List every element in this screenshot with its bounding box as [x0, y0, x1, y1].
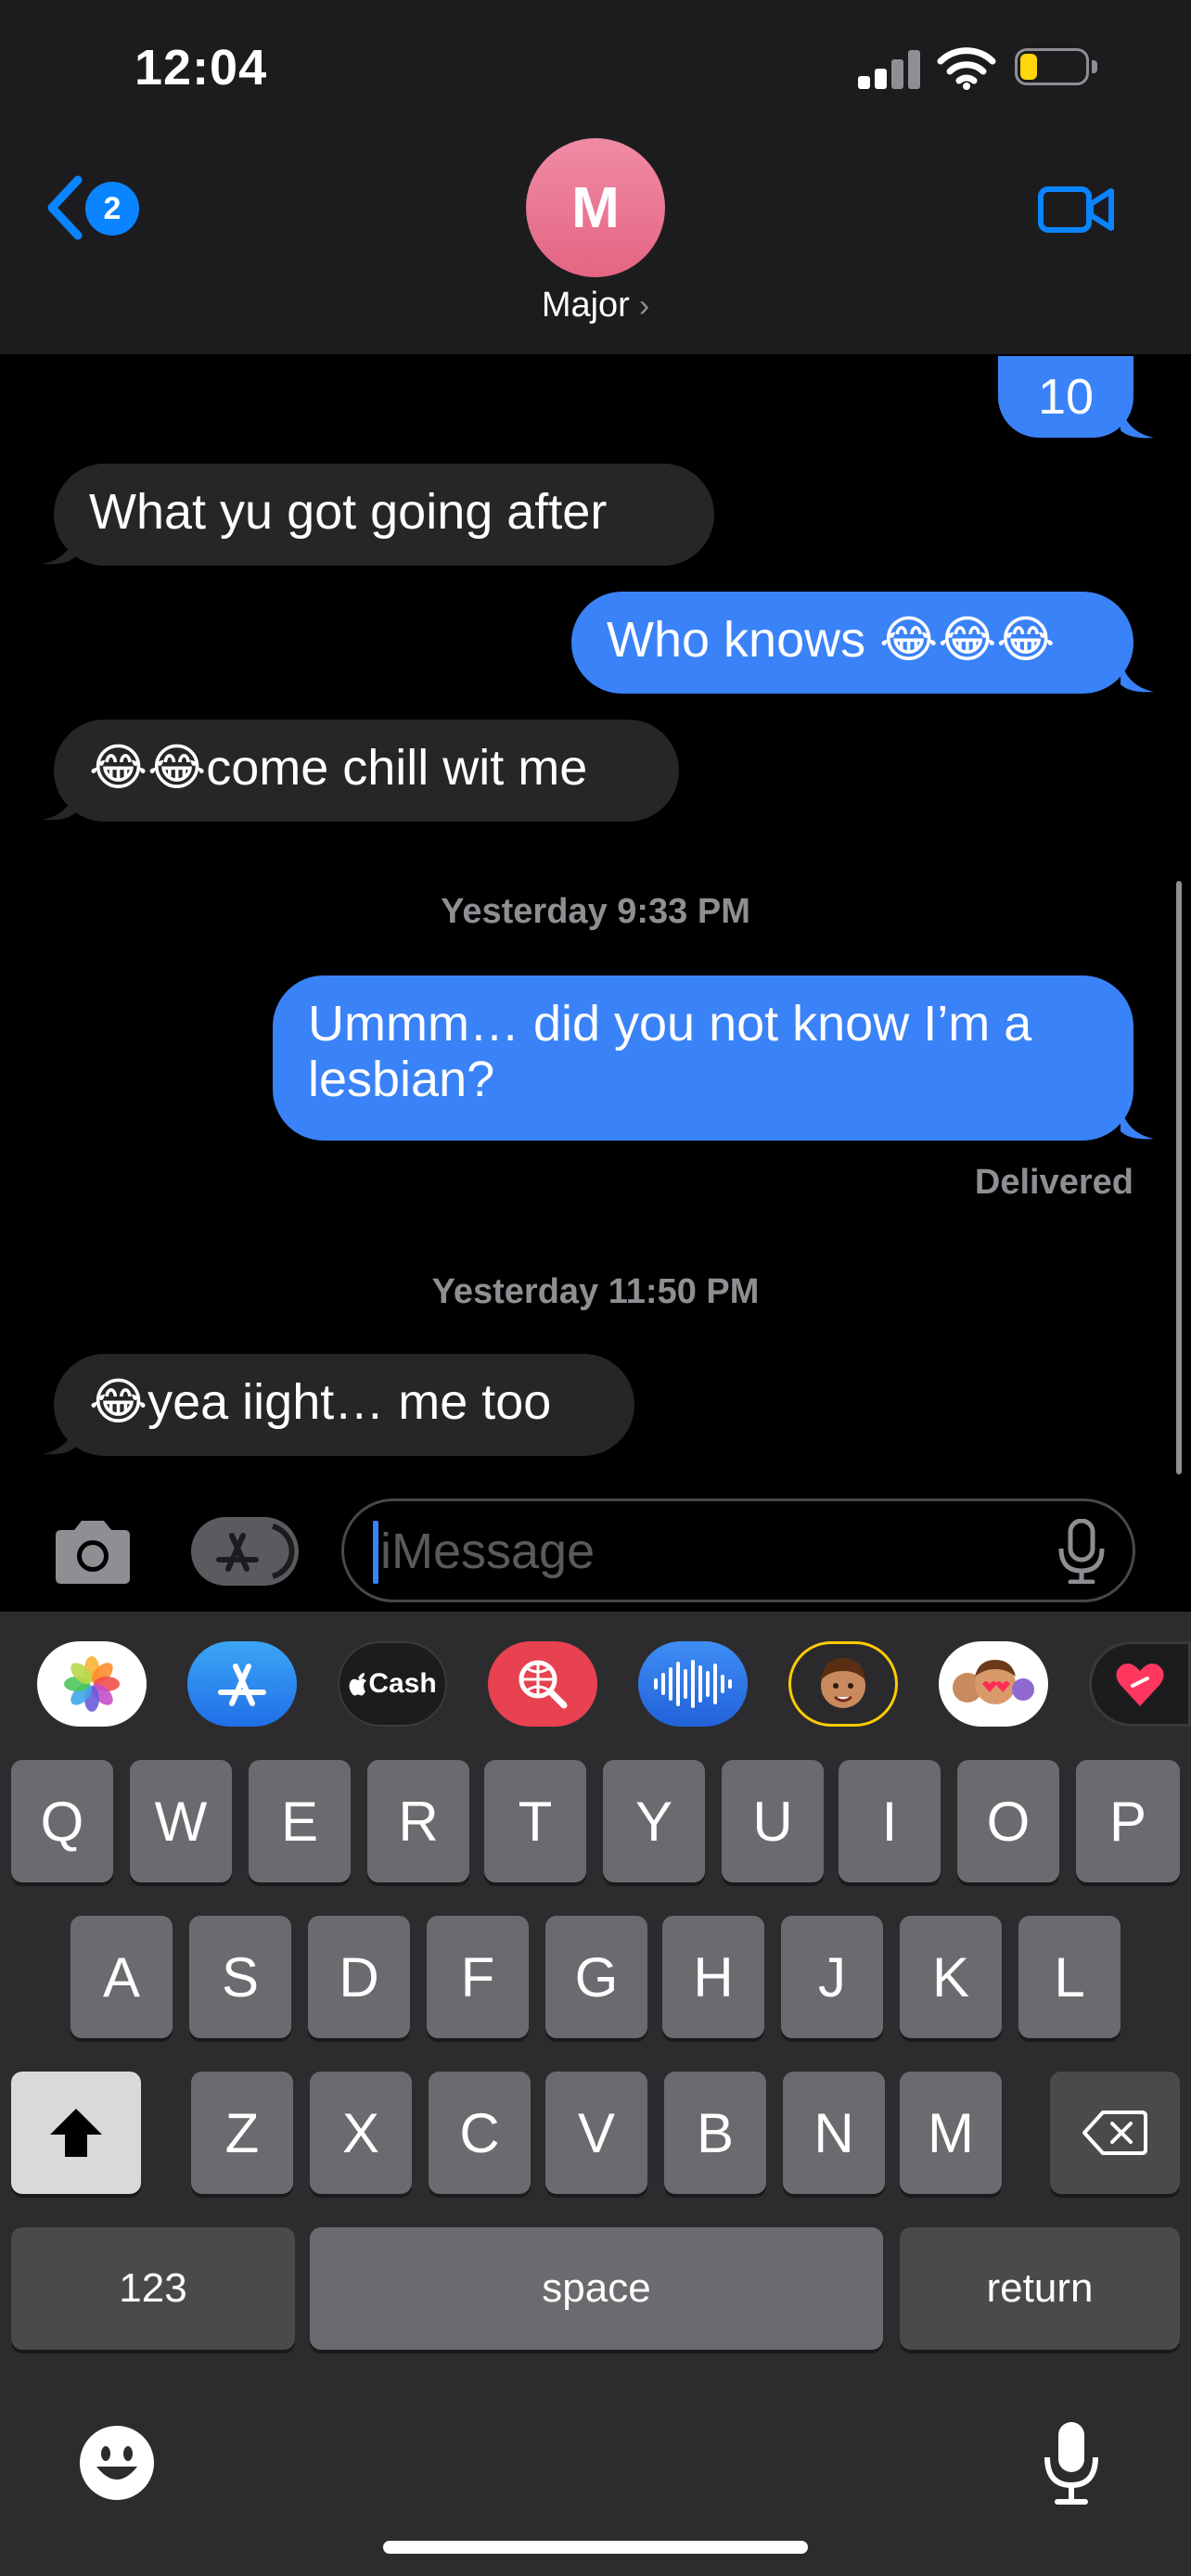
contact-name: Major: [541, 286, 630, 325]
key-m[interactable]: M: [900, 2072, 1002, 2194]
timestamp: Yesterday 11:50 PM: [431, 1272, 760, 1311]
key-f[interactable]: F: [427, 1916, 529, 2038]
home-indicator[interactable]: [383, 2541, 808, 2554]
key-b[interactable]: B: [664, 2072, 766, 2194]
waveform-icon: [654, 1660, 732, 1708]
key-x[interactable]: X: [310, 2072, 412, 2194]
scrollbar[interactable]: [1176, 881, 1182, 1474]
bubble-tail: [1121, 404, 1154, 439]
apple-cash-button[interactable]: Cash: [338, 1641, 447, 1727]
delivered-status: Delivered: [974, 1163, 1133, 1202]
key-n[interactable]: N: [783, 2072, 885, 2194]
unread-count-badge: 2: [85, 182, 139, 236]
key-o[interactable]: O: [957, 1760, 1059, 1882]
message-bubble-sent[interactable]: 10: [998, 356, 1133, 438]
key-l[interactable]: L: [1018, 1916, 1121, 2038]
app-store-icon: [216, 1533, 259, 1572]
memoji-button[interactable]: [788, 1641, 898, 1727]
photos-icon: [64, 1656, 120, 1712]
message-bubble-received[interactable]: 😂😂come chill wit me: [54, 720, 679, 822]
audio-message-button[interactable]: [638, 1641, 748, 1727]
key-r[interactable]: R: [367, 1760, 469, 1882]
key-j[interactable]: J: [781, 1916, 883, 2038]
digital-touch-button[interactable]: [1089, 1641, 1191, 1727]
bubble-tail: [1121, 658, 1154, 693]
message-line: Ummm… did you not know I’m a: [308, 996, 1032, 1052]
key-w[interactable]: W: [130, 1760, 232, 1882]
message-bubble-sent[interactable]: Ummm… did you not know I’m a lesbian?: [273, 976, 1133, 1141]
key-u[interactable]: U: [722, 1760, 824, 1882]
app-store-icon: [218, 1664, 266, 1706]
memoji-stickers-button[interactable]: [939, 1641, 1048, 1727]
timestamp: Yesterday 9:33 PM: [441, 892, 750, 931]
message-bubble-sent[interactable]: Who knows 😂😂😂: [571, 592, 1133, 694]
key-t[interactable]: T: [484, 1760, 586, 1882]
key-k[interactable]: K: [900, 1916, 1002, 2038]
photos-app-button[interactable]: [37, 1641, 147, 1727]
apps-toggle-arc: [272, 1524, 295, 1579]
cellular-signal-icon: [858, 48, 921, 89]
globe-search-icon: [519, 1660, 568, 1709]
emoji-icon[interactable]: [78, 2424, 156, 2502]
heart-icon: [1116, 1664, 1164, 1706]
wifi-icon: [937, 47, 996, 90]
apple-cash-label: Cash: [368, 1668, 437, 1699]
battery-icon: [1015, 48, 1100, 89]
bubble-tail: [1121, 1105, 1154, 1140]
image-search-button[interactable]: [488, 1641, 597, 1727]
key-d[interactable]: D: [308, 1916, 410, 2038]
key-s[interactable]: S: [189, 1916, 291, 2038]
camera-icon[interactable]: [48, 1517, 137, 1588]
key-p[interactable]: P: [1076, 1760, 1180, 1882]
message-line: lesbian?: [308, 1052, 495, 1107]
bubble-tail: [43, 1421, 76, 1455]
bubble-tail: [43, 786, 76, 821]
return-key[interactable]: return: [900, 2227, 1180, 2350]
numbers-key[interactable]: 123: [11, 2227, 295, 2350]
status-time: 12:04: [134, 40, 268, 96]
message-input-placeholder: iMessage: [380, 1524, 596, 1579]
space-key[interactable]: space: [310, 2227, 883, 2350]
key-c[interactable]: C: [429, 2072, 531, 2194]
text-cursor: [373, 1521, 378, 1584]
shift-arrow-icon: [50, 2109, 102, 2157]
message-bubble-received[interactable]: What yu got going after: [54, 464, 714, 566]
shift-key[interactable]: [11, 2072, 141, 2194]
video-call-icon[interactable]: [1037, 182, 1115, 237]
key-e[interactable]: E: [249, 1760, 351, 1882]
dictation-microphone-icon[interactable]: [1043, 2420, 1100, 2507]
backspace-icon: [1082, 2111, 1147, 2155]
key-h[interactable]: H: [662, 1916, 764, 2038]
delete-key[interactable]: [1050, 2072, 1180, 2194]
key-i[interactable]: I: [839, 1760, 941, 1882]
memoji-icon: [821, 1658, 865, 1708]
contact-name-button[interactable]: Major ›: [0, 286, 1191, 325]
key-g[interactable]: G: [545, 1916, 647, 2038]
message-bubble-received[interactable]: 😂yea iight… me too: [54, 1354, 634, 1456]
chevron-right-icon: ›: [638, 288, 650, 324]
key-z[interactable]: Z: [191, 2072, 293, 2194]
apps-button[interactable]: [191, 1517, 299, 1586]
key-y[interactable]: Y: [603, 1760, 705, 1882]
app-store-button[interactable]: [187, 1641, 297, 1727]
apple-logo-icon: [349, 1673, 367, 1696]
memoji-hearts-icon: [953, 1660, 1034, 1704]
contact-avatar[interactable]: M: [526, 138, 665, 277]
microphone-icon[interactable]: [1056, 1519, 1108, 1584]
key-q[interactable]: Q: [11, 1760, 113, 1882]
key-v[interactable]: V: [545, 2072, 647, 2194]
key-a[interactable]: A: [70, 1916, 173, 2038]
bubble-tail: [43, 530, 76, 565]
